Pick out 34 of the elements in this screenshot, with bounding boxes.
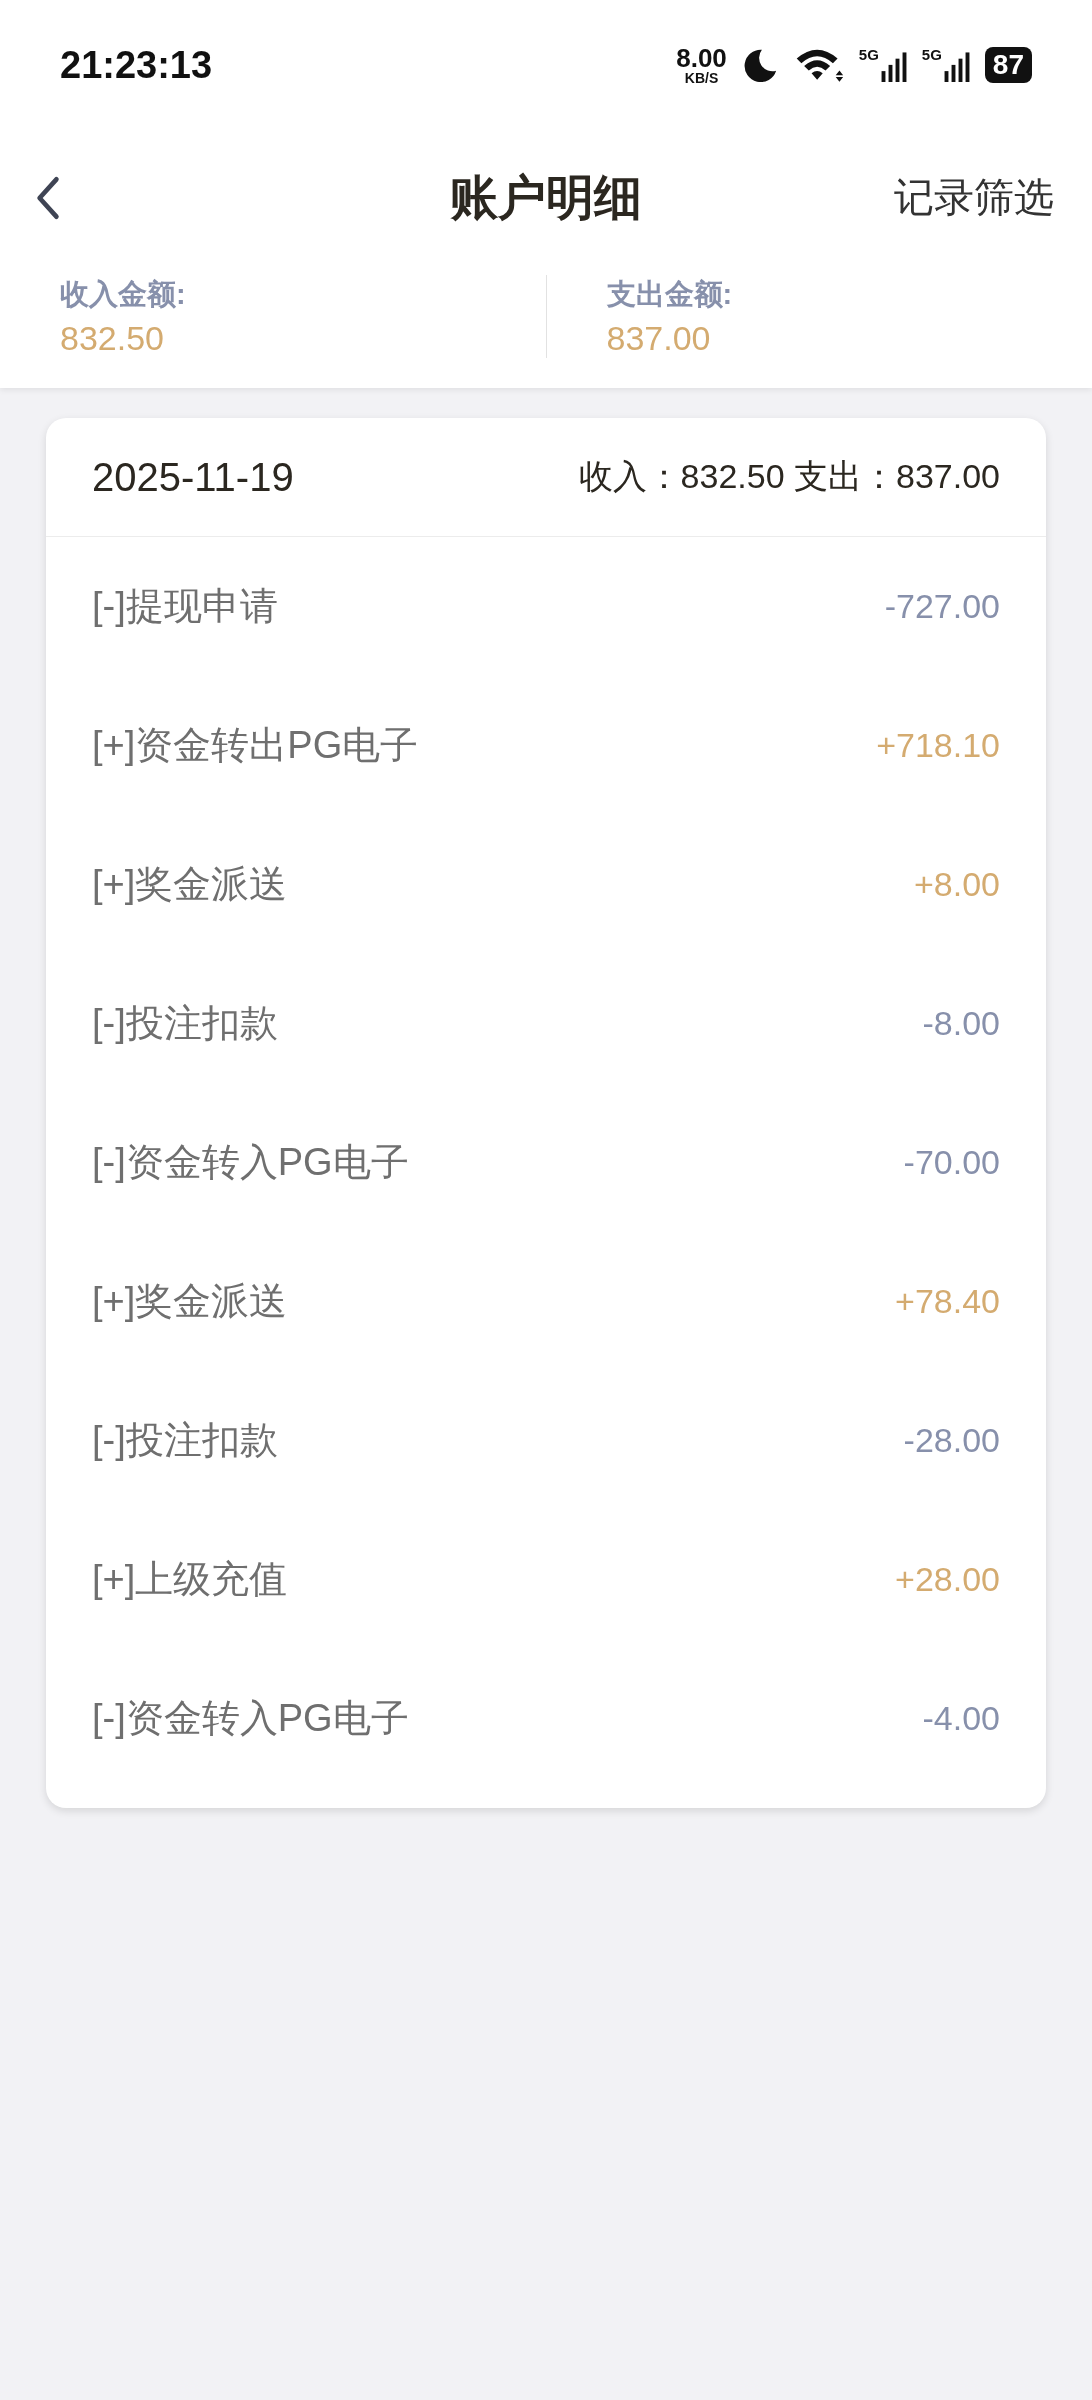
summary-amount: 837.00 — [606, 319, 712, 358]
record-name: [-]提现申请 — [92, 584, 278, 629]
record-name: [-]资金转入PG电子 — [92, 1140, 409, 1185]
record-amount: +718.10 — [876, 726, 1000, 765]
record-amount: +28.00 — [895, 1560, 1000, 1599]
record-amount: +8.00 — [913, 865, 1000, 904]
summary-label: 支出金额: — [606, 277, 734, 312]
signal-icon — [879, 52, 908, 84]
record-name: [+]奖金派送 — [92, 862, 288, 907]
record-amount: +78.40 — [895, 1282, 1000, 1321]
record-amount: -28.00 — [903, 1421, 1000, 1460]
record-name: [-]投注扣款 — [92, 1418, 278, 1463]
summary-label: 收入金额: — [60, 277, 187, 312]
record-date: 2025-11-19 — [92, 454, 294, 500]
network-type: 5G — [858, 46, 879, 63]
summary-amount: 832.50 — [60, 319, 165, 358]
battery-icon: 87 — [984, 47, 1032, 83]
filter-button[interactable]: 记录筛选 — [894, 170, 1092, 225]
record-name: [+]上级充值 — [92, 1557, 288, 1602]
network-type: 5G — [921, 46, 942, 63]
day-totals: 收入：832.50 支出：837.00 — [578, 456, 1000, 497]
page-title: 账户明细 — [450, 169, 642, 226]
network-speed: 8.00 — [676, 45, 727, 71]
record-name: [-]资金转入PG电子 — [92, 1696, 409, 1741]
status-time: 21:23:13 — [60, 43, 213, 87]
record-amount: -8.00 — [922, 1004, 1000, 1043]
signal-icon — [942, 52, 971, 84]
speed-unit: KB/S — [684, 71, 719, 85]
record-name: [-]投注扣款 — [92, 1001, 278, 1046]
record-name: [+]资金转出PG电子 — [92, 723, 419, 768]
record-amount: -4.00 — [922, 1699, 1000, 1738]
record-name: [+]奖金派送 — [92, 1279, 288, 1324]
record-amount: -727.00 — [884, 587, 1000, 626]
record-amount: -70.00 — [903, 1143, 1000, 1182]
